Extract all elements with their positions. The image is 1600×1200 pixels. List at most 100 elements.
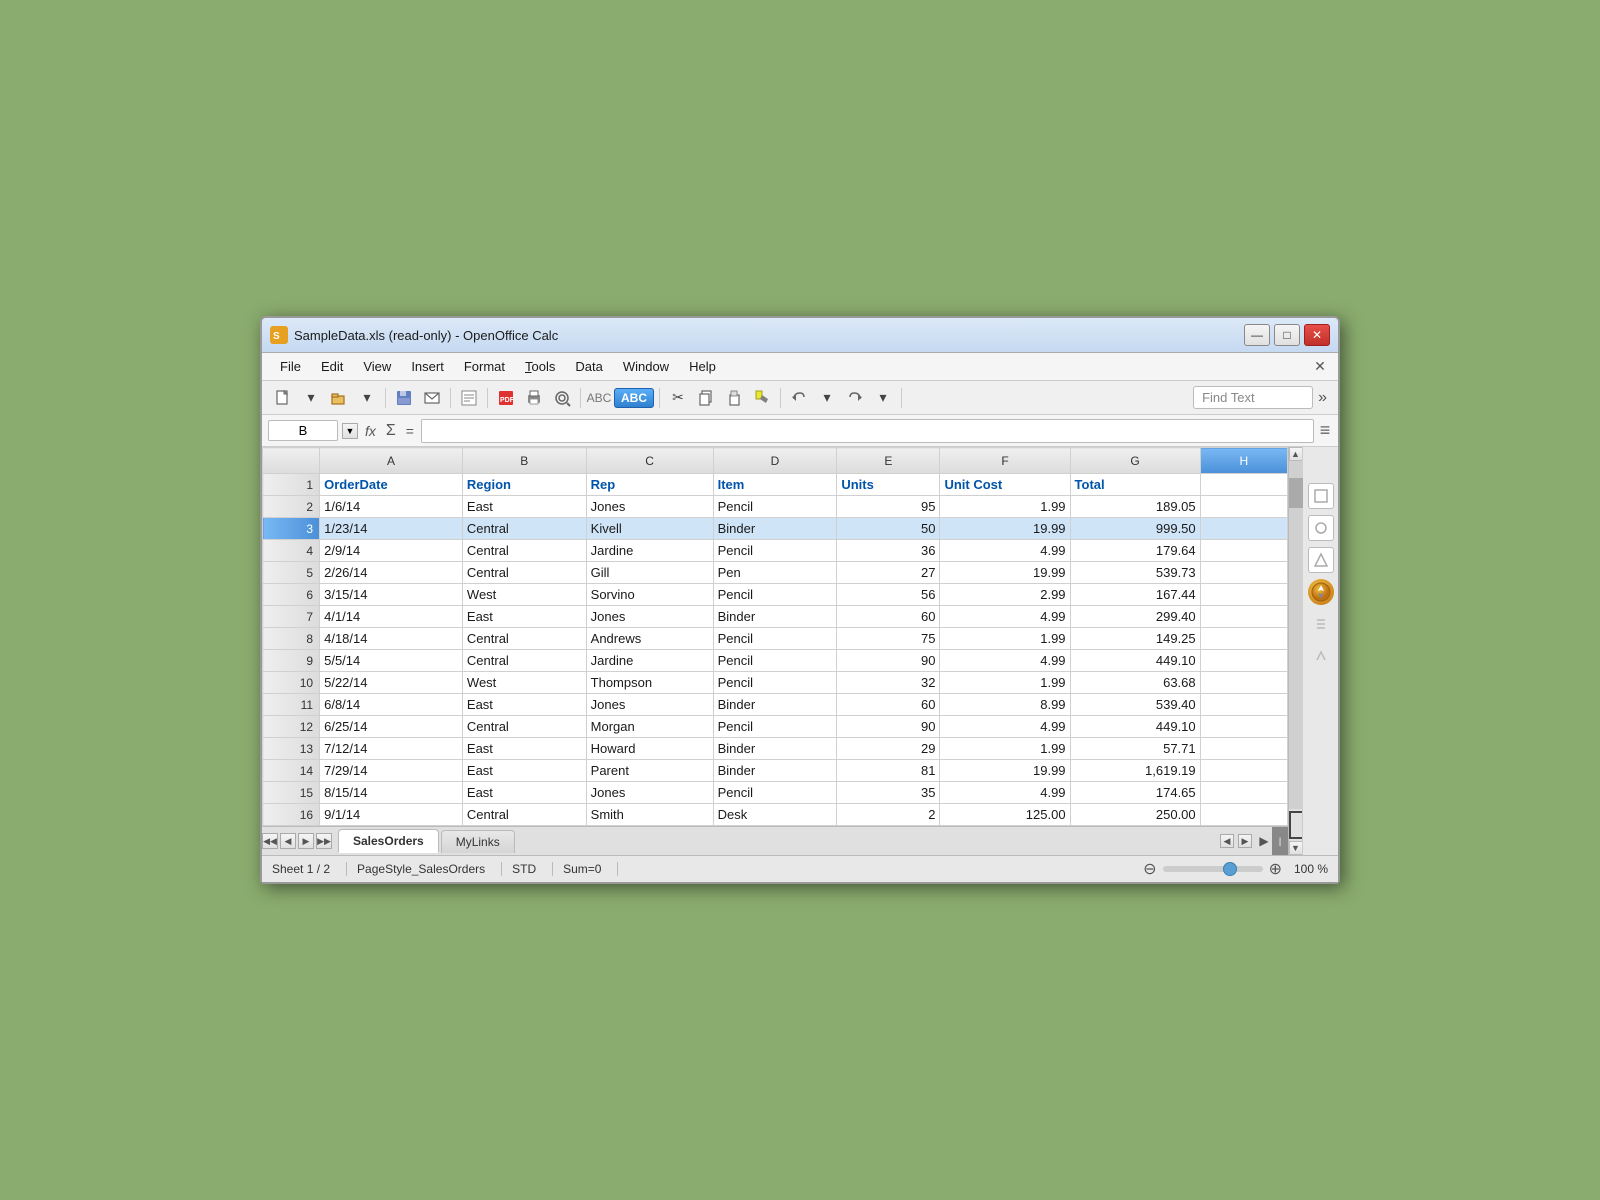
sheet-tab-salesorders[interactable]: SalesOrders [338,829,439,853]
zoom-slider[interactable] [1163,866,1263,872]
cell-row8-col6[interactable]: 149.25 [1070,628,1200,650]
cell-row5-col0[interactable]: 2/26/14 [320,562,463,584]
formula-expand-icon[interactable]: ≡ [1318,420,1332,441]
cell-row3-col2[interactable]: Kivell [586,518,713,540]
cell-row9-col0[interactable]: 5/5/14 [320,650,463,672]
copy-button[interactable] [693,385,719,411]
fx-button[interactable]: fx [362,423,379,439]
cell-row6-col3[interactable]: Pencil [713,584,837,606]
cell-row13-col0[interactable]: 7/12/14 [320,738,463,760]
zoom-thumb[interactable] [1223,862,1237,876]
cell-row8-col3[interactable]: Pencil [713,628,837,650]
cell-row5-col7[interactable] [1200,562,1287,584]
cell-row15-col3[interactable]: Pencil [713,782,837,804]
sidebar-icon-3[interactable] [1308,547,1334,573]
cell-row7-col6[interactable]: 299.40 [1070,606,1200,628]
cell-row15-col4[interactable]: 35 [837,782,940,804]
cell-row8-col0[interactable]: 4/18/14 [320,628,463,650]
cell-row4-col5[interactable]: 4.99 [940,540,1070,562]
cell-row13-col3[interactable]: Binder [713,738,837,760]
menu-data[interactable]: Data [565,355,612,378]
cell-row5-col3[interactable]: Pen [713,562,837,584]
cell-row3-col1[interactable]: Central [462,518,586,540]
cell-row16-col5[interactable]: 125.00 [940,804,1070,826]
new-button[interactable] [270,385,296,411]
v-scroll-up[interactable]: ▲ [1289,447,1303,461]
cell-row4-col7[interactable] [1200,540,1287,562]
cell-row2-col4[interactable]: 95 [837,496,940,518]
menu-window[interactable]: Window [613,355,679,378]
cell-row7-col0[interactable]: 4/1/14 [320,606,463,628]
cell-row12-col6[interactable]: 449.10 [1070,716,1200,738]
cell-row10-col6[interactable]: 63.68 [1070,672,1200,694]
cell-row4-col2[interactable]: Jardine [586,540,713,562]
cell-row8-col5[interactable]: 1.99 [940,628,1070,650]
cell-row9-col7[interactable] [1200,650,1287,672]
tab-first-button[interactable]: ◀◀ [262,833,278,849]
cell-row9-col5[interactable]: 4.99 [940,650,1070,672]
cell-row3-col4[interactable]: 50 [837,518,940,540]
menu-insert[interactable]: Insert [401,355,454,378]
equals-button[interactable]: = [403,423,417,439]
cell-row13-col4[interactable]: 29 [837,738,940,760]
cell-D1[interactable]: Item [713,474,837,496]
row-num-5[interactable]: 5 [263,562,320,584]
open-button[interactable] [326,385,352,411]
tab-last-button[interactable]: ▶▶ [316,833,332,849]
col-header-B[interactable]: B [462,448,586,474]
cell-row2-col0[interactable]: 1/6/14 [320,496,463,518]
spellcheck-active-button[interactable]: ABC [614,388,654,408]
cell-row4-col1[interactable]: Central [462,540,586,562]
zoom-minus-button[interactable]: ⊖ [1143,859,1156,879]
cell-row9-col3[interactable]: Pencil [713,650,837,672]
cell-row6-col0[interactable]: 3/15/14 [320,584,463,606]
v-scroll-track[interactable] [1289,461,1303,809]
cell-row15-col7[interactable] [1200,782,1287,804]
row-num-3[interactable]: 3 [263,518,320,540]
cell-reference-input[interactable] [268,420,338,441]
menu-view[interactable]: View [353,355,401,378]
cell-A1[interactable]: OrderDate [320,474,463,496]
cell-row14-col6[interactable]: 1,619.19 [1070,760,1200,782]
cell-row4-col6[interactable]: 179.64 [1070,540,1200,562]
col-header-G[interactable]: G [1070,448,1200,474]
cell-row16-col2[interactable]: Smith [586,804,713,826]
cell-row14-col0[interactable]: 7/29/14 [320,760,463,782]
cell-row10-col7[interactable] [1200,672,1287,694]
cell-row6-col4[interactable]: 56 [837,584,940,606]
cell-row16-col1[interactable]: Central [462,804,586,826]
format-paint-button[interactable] [749,385,775,411]
cell-row3-col6[interactable]: 999.50 [1070,518,1200,540]
email-button[interactable] [419,385,445,411]
cell-row14-col5[interactable]: 19.99 [940,760,1070,782]
sigma-button[interactable]: Σ [383,422,399,440]
h-scroll-left[interactable]: ◀ [1220,834,1234,848]
cell-row13-col2[interactable]: Howard [586,738,713,760]
cell-row13-col1[interactable]: East [462,738,586,760]
cell-row14-col7[interactable] [1200,760,1287,782]
cell-F1[interactable]: Unit Cost [940,474,1070,496]
menu-close-icon[interactable]: ✕ [1310,357,1330,377]
cell-row14-col1[interactable]: East [462,760,586,782]
zoom-plus-button[interactable]: ⊕ [1269,859,1282,879]
cell-row16-col7[interactable] [1200,804,1287,826]
menu-help[interactable]: Help [679,355,726,378]
cell-C1[interactable]: Rep [586,474,713,496]
cell-B1[interactable]: Region [462,474,586,496]
cell-row10-col5[interactable]: 1.99 [940,672,1070,694]
cell-row16-col6[interactable]: 250.00 [1070,804,1200,826]
cell-row4-col0[interactable]: 2/9/14 [320,540,463,562]
cell-row10-col2[interactable]: Thompson [586,672,713,694]
cell-row12-col3[interactable]: Pencil [713,716,837,738]
cell-row11-col3[interactable]: Binder [713,694,837,716]
cell-row14-col2[interactable]: Parent [586,760,713,782]
col-header-E[interactable]: E [837,448,940,474]
cell-row7-col3[interactable]: Binder [713,606,837,628]
maximize-button[interactable]: □ [1274,324,1300,346]
close-button[interactable]: ✕ [1304,324,1330,346]
resize-handle[interactable]: | [1272,827,1288,855]
cell-row11-col5[interactable]: 8.99 [940,694,1070,716]
cell-row12-col1[interactable]: Central [462,716,586,738]
row-num-16[interactable]: 16 [263,804,320,826]
sidebar-icon-6[interactable] [1308,643,1334,669]
